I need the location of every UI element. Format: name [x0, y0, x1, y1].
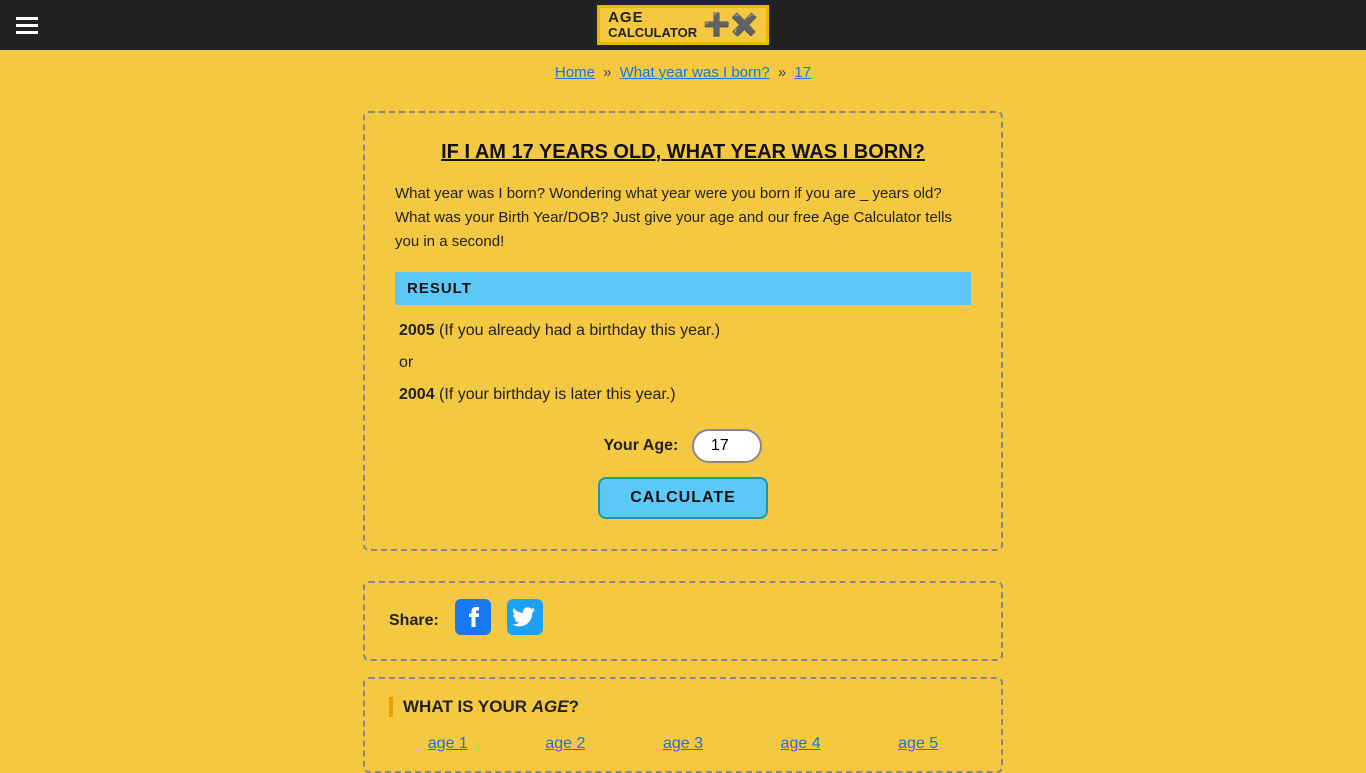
- age-card-title: WHAT IS YOUR AGE?: [389, 697, 977, 717]
- age-card-title-prefix: WHAT IS YOUR: [403, 697, 532, 716]
- breadcrumb-page[interactable]: What year was I born?: [620, 64, 770, 81]
- age-link-4[interactable]: age 4: [781, 735, 821, 753]
- result-or: or: [399, 347, 971, 379]
- facebook-share-button[interactable]: [455, 599, 491, 643]
- age-link-2[interactable]: age 2: [545, 735, 585, 753]
- age-card-title-suffix: ?: [569, 697, 579, 716]
- logo-line2: CALCULATOR: [608, 26, 697, 40]
- result-content: 2005 (If you already had a birthday this…: [395, 315, 971, 411]
- breadcrumb-sep2: »: [778, 64, 786, 81]
- header: AGE CALCULATOR ➕✖️: [0, 0, 1366, 50]
- share-card: Share:: [363, 581, 1003, 661]
- result-year2-note: (If your birthday is later this year.): [439, 386, 676, 403]
- result-year1: 2005: [399, 322, 435, 339]
- breadcrumb-home[interactable]: Home: [555, 64, 595, 81]
- main-card: IF I AM 17 YEARS OLD, WHAT YEAR WAS I BO…: [363, 111, 1003, 551]
- breadcrumb-sep1: »: [603, 64, 611, 81]
- age-link-1[interactable]: age 1: [428, 735, 468, 753]
- result-bar: RESULT: [395, 272, 971, 305]
- calculate-button[interactable]: CALCULATE: [598, 477, 768, 519]
- age-input-row: Your Age:: [395, 429, 971, 463]
- result-year1-row: 2005 (If you already had a birthday this…: [399, 315, 971, 347]
- age-card-title-italic: AGE: [532, 697, 569, 716]
- age-link-3[interactable]: age 3: [663, 735, 703, 753]
- age-input[interactable]: [692, 429, 762, 463]
- age-link-5[interactable]: age 5: [898, 735, 938, 753]
- age-section-card: WHAT IS YOUR AGE? age 1 age 2 age 3 age …: [363, 677, 1003, 773]
- logo-container: AGE CALCULATOR ➕✖️: [597, 5, 769, 46]
- twitter-share-button[interactable]: [507, 599, 543, 643]
- hamburger-menu[interactable]: [10, 11, 44, 40]
- description: What year was I born? Wondering what yea…: [395, 182, 971, 254]
- calculator-icon: ➕✖️: [703, 12, 758, 38]
- breadcrumb-current[interactable]: 17: [794, 64, 811, 81]
- share-label: Share:: [389, 612, 439, 630]
- result-year2-row: 2004 (If your birthday is later this yea…: [399, 379, 971, 411]
- result-year2: 2004: [399, 386, 435, 403]
- logo-line1: AGE: [608, 10, 697, 27]
- age-label: Your Age:: [604, 437, 679, 455]
- result-year1-note-text: (If you already had a birthday this year…: [439, 322, 720, 339]
- breadcrumb: Home » What year was I born? » 17: [0, 50, 1366, 81]
- logo-text: AGE CALCULATOR: [608, 10, 697, 41]
- age-links: age 1 age 2 age 3 age 4 age 5: [389, 735, 977, 753]
- site-logo[interactable]: AGE CALCULATOR ➕✖️: [597, 5, 769, 46]
- main-title: IF I AM 17 YEARS OLD, WHAT YEAR WAS I BO…: [395, 141, 971, 164]
